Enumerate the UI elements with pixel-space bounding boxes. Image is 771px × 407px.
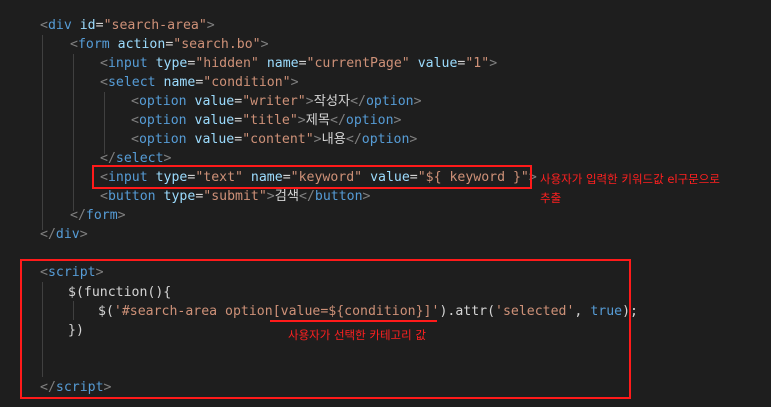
attr-value: "search-area" xyxy=(103,18,207,33)
attr-name: name xyxy=(266,56,299,71)
tag-name: input xyxy=(107,56,148,71)
attr-name: value xyxy=(194,94,235,109)
keyword-annotation-line1: 사용자가 입력한 키워드값 el구문으로 xyxy=(540,172,720,186)
tag-name: option xyxy=(345,113,394,128)
attr-name: type xyxy=(155,56,188,71)
code-line-12[interactable]: </div> xyxy=(40,225,88,244)
keyword-input-highlight-box xyxy=(92,165,532,189)
tag-name: select xyxy=(107,75,156,90)
code-line-1[interactable]: <div id="search-area"> xyxy=(40,16,215,35)
indent-guide xyxy=(42,35,43,230)
tag-name: option xyxy=(365,94,414,109)
attr-value: "submit" xyxy=(203,189,267,204)
code-line-10[interactable]: <button type="submit">검색</button> xyxy=(100,187,371,206)
attr-value: "writer" xyxy=(242,94,306,109)
attr-value: "1" xyxy=(465,56,490,71)
code-line-3[interactable]: <input type="hidden" name="currentPage" … xyxy=(100,54,497,73)
code-line-4[interactable]: <select name="condition"> xyxy=(100,73,299,92)
attr-name: value xyxy=(417,56,458,71)
code-line-11[interactable]: </form> xyxy=(70,206,126,225)
attr-name: type xyxy=(163,189,196,204)
attr-value: "search.bo" xyxy=(173,37,261,52)
keyword-annotation-line2: 추출 xyxy=(540,191,562,205)
attr-value: "hidden" xyxy=(195,56,259,71)
code-line-7[interactable]: <option value="content">내용</option> xyxy=(131,130,417,149)
attr-name: action xyxy=(117,37,166,52)
tag-name: form xyxy=(77,37,110,52)
attr-name: value xyxy=(194,113,235,128)
tag-name: div xyxy=(55,227,80,242)
option-text: 내용 xyxy=(321,132,346,147)
tag-name: option xyxy=(138,113,187,128)
button-text: 검색 xyxy=(274,189,300,204)
attr-name: value xyxy=(194,132,235,147)
condition-underline xyxy=(270,320,437,322)
option-text: 작성자 xyxy=(313,94,351,109)
code-line-6[interactable]: <option value="title">제목</option> xyxy=(131,111,401,130)
code-editor[interactable]: <div id="search-area"> <form action="sea… xyxy=(0,0,771,407)
attr-value: "content" xyxy=(242,132,314,147)
attr-value: "currentPage" xyxy=(306,56,410,71)
indent-guide xyxy=(73,54,74,211)
attr-name: name xyxy=(163,75,196,90)
tag-name: form xyxy=(85,208,118,223)
tag-name: div xyxy=(47,18,72,33)
attr-value: "title" xyxy=(242,113,298,128)
indent-guide xyxy=(104,92,105,154)
tag-name: option xyxy=(138,132,187,147)
option-text: 제목 xyxy=(305,113,330,128)
condition-annotation: 사용자가 선택한 카테고리 값 xyxy=(288,328,426,342)
attr-name: id xyxy=(79,18,96,33)
tag-name: option xyxy=(361,132,410,147)
tag-name: button xyxy=(314,189,363,204)
code-line-2[interactable]: <form action="search.bo"> xyxy=(70,35,269,54)
tag-name: select xyxy=(115,151,164,166)
attr-value: "condition" xyxy=(203,75,291,90)
code-line-5[interactable]: <option value="writer">작성자</option> xyxy=(131,92,422,111)
tag-name: button xyxy=(107,189,156,204)
tag-name: option xyxy=(138,94,187,109)
